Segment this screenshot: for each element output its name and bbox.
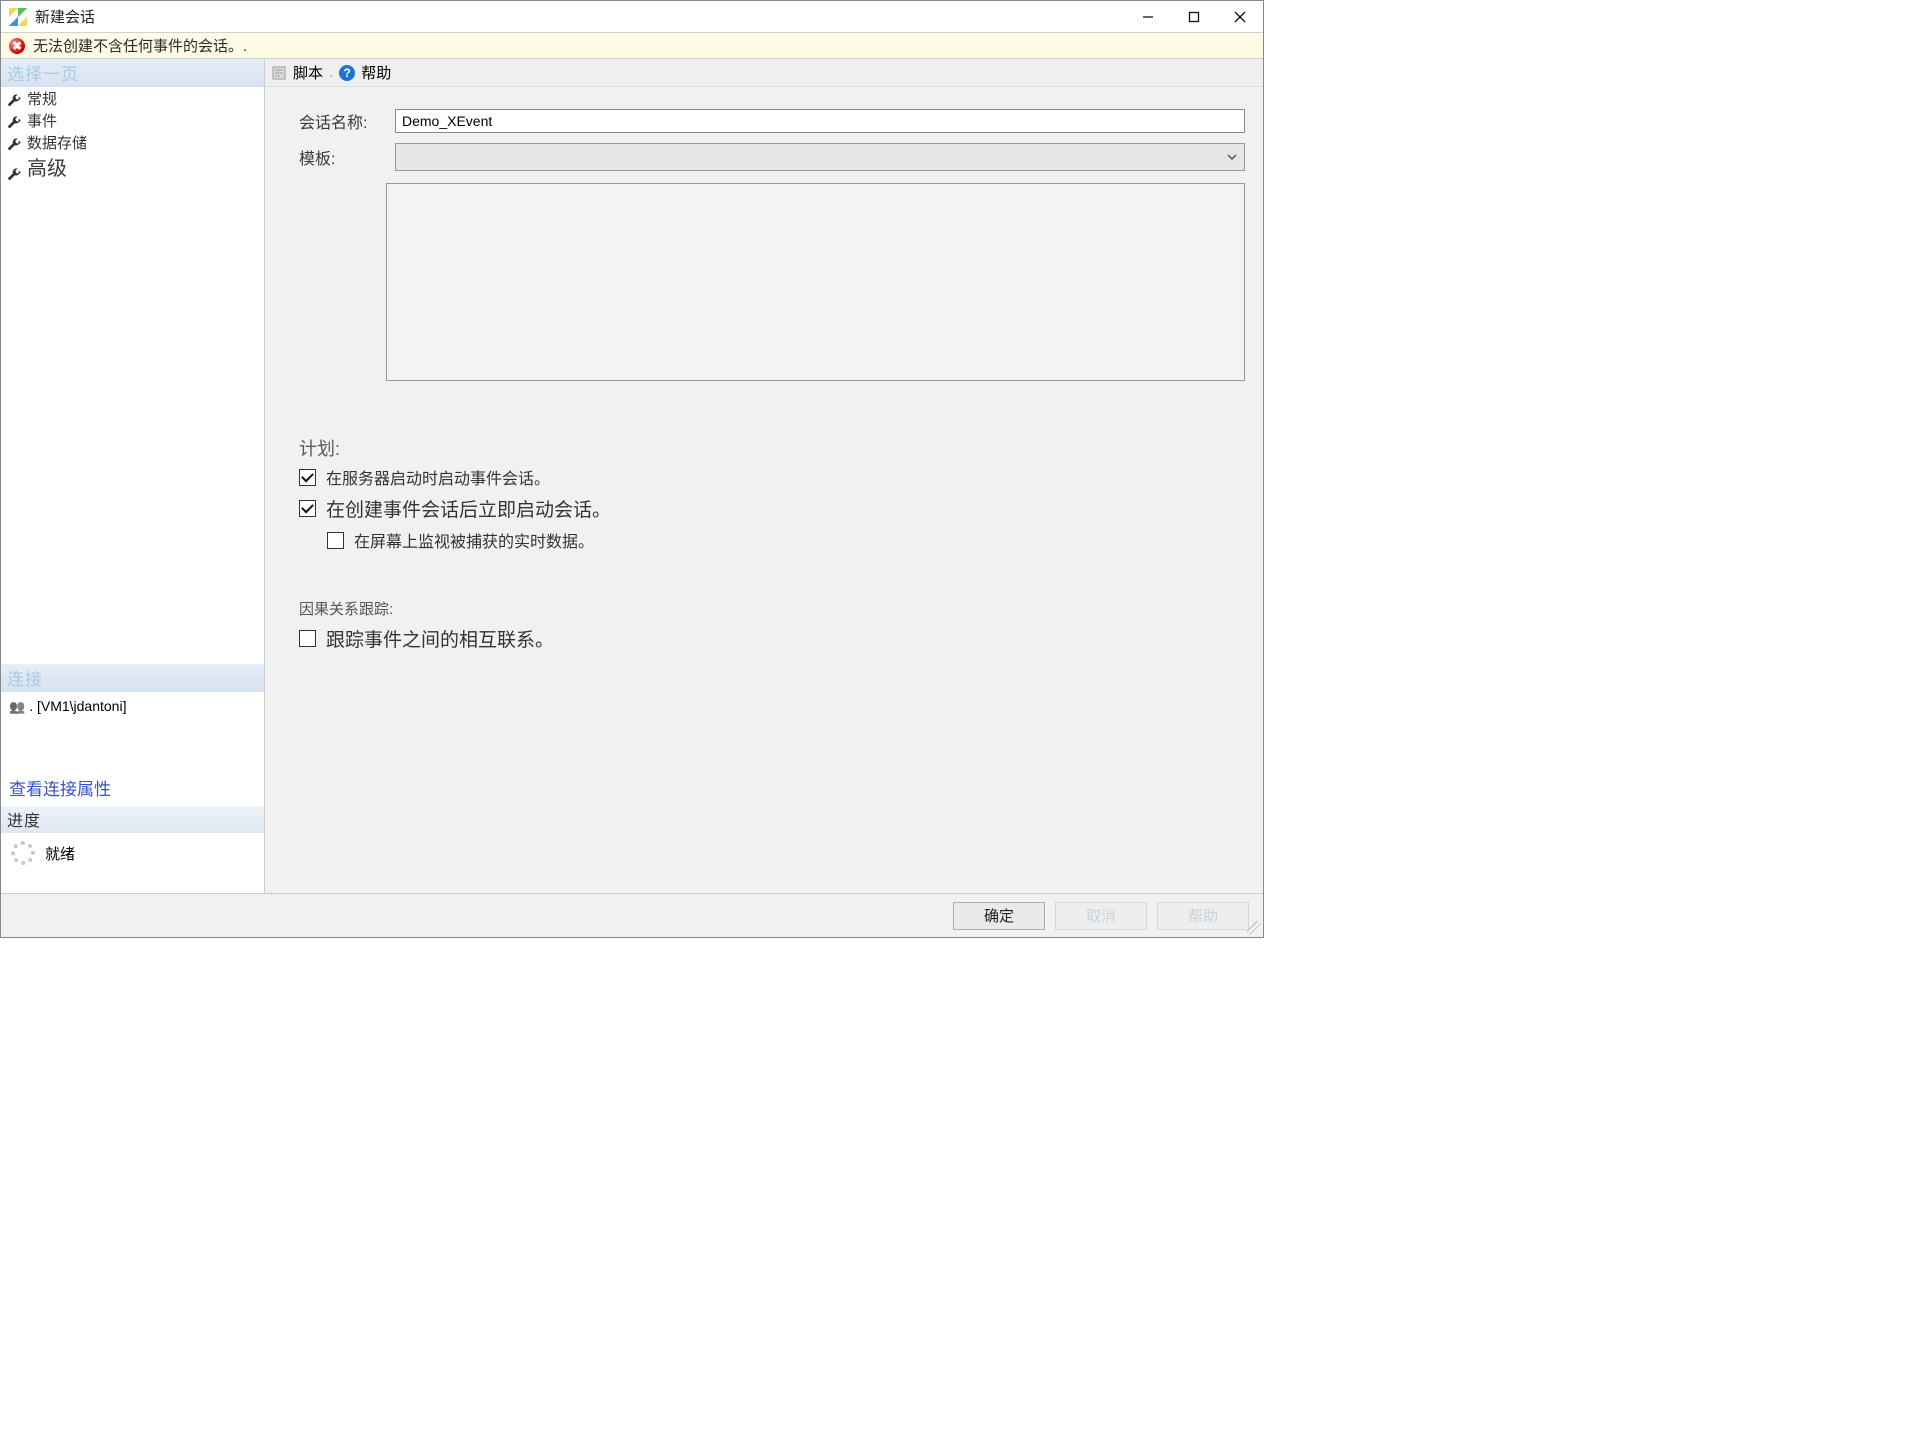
sidebar-item-label: 事件	[27, 111, 57, 133]
sidebar-item-label: 常规	[27, 89, 57, 111]
progress-spinner-icon	[11, 841, 35, 865]
sidebar: 选择一页 常规 事件 数据存储 高级	[1, 59, 265, 893]
error-message: 无法创建不含任何事件的会话。.	[33, 35, 247, 56]
error-icon: ✖	[9, 38, 25, 54]
script-icon	[271, 65, 287, 81]
toolbar-script-label[interactable]: 脚本	[293, 62, 323, 83]
ok-button[interactable]: 确定	[953, 902, 1045, 930]
checkbox-icon	[327, 532, 344, 549]
main-panel: 脚本 . ? 帮助 会话名称: 模板:	[265, 59, 1263, 893]
session-name-input[interactable]	[395, 109, 1245, 133]
checkbox-track-causality[interactable]: 跟踪事件之间的相互联系。	[299, 625, 1245, 652]
toolbar: 脚本 . ? 帮助	[265, 59, 1263, 87]
sidebar-item-advanced[interactable]: 高级	[1, 155, 264, 183]
sidebar-select-header: 选择一页	[1, 59, 264, 87]
connection-user: . [VM1\jdantoni]	[9, 698, 256, 715]
checkbox-start-on-server[interactable]: 在服务器启动时启动事件会话。	[299, 465, 1245, 489]
checkbox-start-immediately[interactable]: 在创建事件会话后立即启动会话。	[299, 495, 1245, 522]
checkbox-watch-live[interactable]: 在屏幕上监视被捕获的实时数据。	[327, 528, 1245, 552]
titlebar: 新建会话	[1, 1, 1263, 33]
toolbar-help-label[interactable]: 帮助	[361, 62, 391, 83]
wrench-icon	[7, 137, 21, 151]
template-combobox[interactable]	[395, 143, 1245, 171]
minimize-button[interactable]	[1125, 1, 1171, 33]
error-bar: ✖ 无法创建不含任何事件的会话。.	[1, 33, 1263, 59]
checkbox-label: 跟踪事件之间的相互联系。	[326, 625, 554, 652]
view-connection-props-link[interactable]: 查看连接属性	[1, 769, 264, 806]
session-name-label: 会话名称:	[299, 109, 395, 133]
checkbox-label: 在创建事件会话后立即启动会话。	[326, 495, 611, 522]
app-icon	[9, 8, 27, 26]
footer: 确定 取消 帮助	[1, 893, 1263, 937]
checkbox-icon	[299, 500, 316, 517]
sidebar-connection-header: 连接	[1, 664, 264, 692]
checkbox-label: 在服务器启动时启动事件会话。	[326, 465, 550, 489]
wrench-icon	[7, 162, 21, 176]
progress-status: 就绪	[45, 843, 75, 864]
chevron-down-icon	[1226, 151, 1238, 163]
help-button[interactable]: 帮助	[1157, 902, 1249, 930]
help-icon: ?	[339, 65, 355, 81]
template-label: 模板:	[299, 145, 395, 169]
sidebar-item-label: 高级	[27, 155, 67, 183]
template-description[interactable]	[386, 183, 1245, 381]
toolbar-separator: .	[329, 64, 333, 81]
checkbox-icon	[299, 469, 316, 486]
resize-grip[interactable]	[1247, 921, 1261, 935]
sidebar-item-storage[interactable]: 数据存储	[1, 133, 264, 155]
wrench-icon	[7, 115, 21, 129]
dialog-window: 新建会话 ✖ 无法创建不含任何事件的会话。. 选择一页 常规	[0, 0, 1264, 938]
sidebar-item-general[interactable]: 常规	[1, 89, 264, 111]
plan-section-title: 计划:	[299, 435, 1245, 461]
sidebar-progress-header: 进度	[1, 806, 264, 833]
cancel-button[interactable]: 取消	[1055, 902, 1147, 930]
checkbox-label: 在屏幕上监视被捕获的实时数据。	[354, 528, 594, 552]
close-button[interactable]	[1217, 1, 1263, 33]
causality-section-title: 因果关系跟踪:	[299, 598, 1245, 619]
checkbox-icon	[299, 630, 316, 647]
sidebar-item-label: 数据存储	[27, 133, 87, 155]
sidebar-item-events[interactable]: 事件	[1, 111, 264, 133]
wrench-icon	[7, 93, 21, 107]
maximize-button[interactable]	[1171, 1, 1217, 33]
window-title: 新建会话	[33, 6, 95, 27]
